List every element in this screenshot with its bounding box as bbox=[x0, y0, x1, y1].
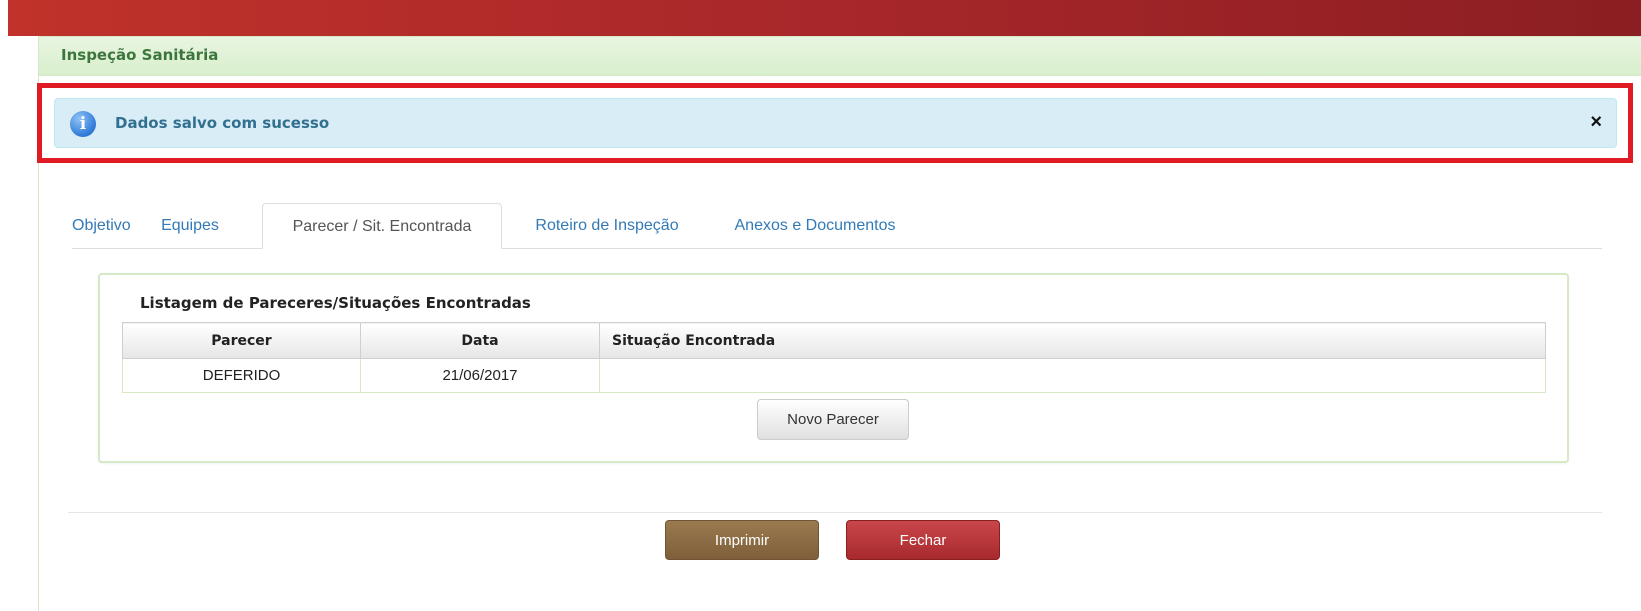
tab-objetivo[interactable]: Objetivo bbox=[72, 203, 131, 248]
tab-equipes[interactable]: Equipes bbox=[155, 203, 225, 248]
cell-data: 21/06/2017 bbox=[360, 358, 600, 393]
alert-message: Dados salvo com sucesso bbox=[115, 114, 330, 132]
panel-title: Inspeção Sanitária bbox=[39, 37, 1641, 76]
column-header-parecer[interactable]: Parecer bbox=[122, 322, 361, 359]
tab-roteiro[interactable]: Roteiro de Inspeção bbox=[522, 203, 692, 248]
column-header-data[interactable]: Data bbox=[360, 322, 600, 359]
cell-situacao bbox=[599, 358, 1546, 393]
listing-title: Listagem de Pareceres/Situações Encontra… bbox=[140, 294, 531, 312]
tab-bar: Objetivo Equipes Parecer / Sit. Encontra… bbox=[72, 203, 1602, 249]
top-banner bbox=[8, 0, 1641, 36]
table-header-row: Parecer Data Situação Encontrada bbox=[122, 322, 1546, 359]
tab-parecer[interactable]: Parecer / Sit. Encontrada bbox=[262, 203, 502, 249]
print-button[interactable]: Imprimir bbox=[665, 520, 819, 560]
cell-parecer: DEFERIDO bbox=[122, 358, 361, 393]
tab-anexos[interactable]: Anexos e Documentos bbox=[720, 203, 910, 248]
column-header-situacao[interactable]: Situação Encontrada bbox=[599, 322, 1546, 359]
close-button[interactable]: Fechar bbox=[846, 520, 1000, 560]
success-alert: i Dados salvo com sucesso × bbox=[54, 98, 1617, 148]
close-icon[interactable]: × bbox=[1590, 112, 1602, 132]
pareceres-table: Parecer Data Situação Encontrada DEFERID… bbox=[122, 322, 1546, 393]
footer-divider bbox=[68, 512, 1602, 513]
new-parecer-button[interactable]: Novo Parecer bbox=[757, 399, 909, 440]
table-row[interactable]: DEFERIDO 21/06/2017 bbox=[122, 358, 1546, 393]
info-icon: i bbox=[70, 111, 96, 137]
